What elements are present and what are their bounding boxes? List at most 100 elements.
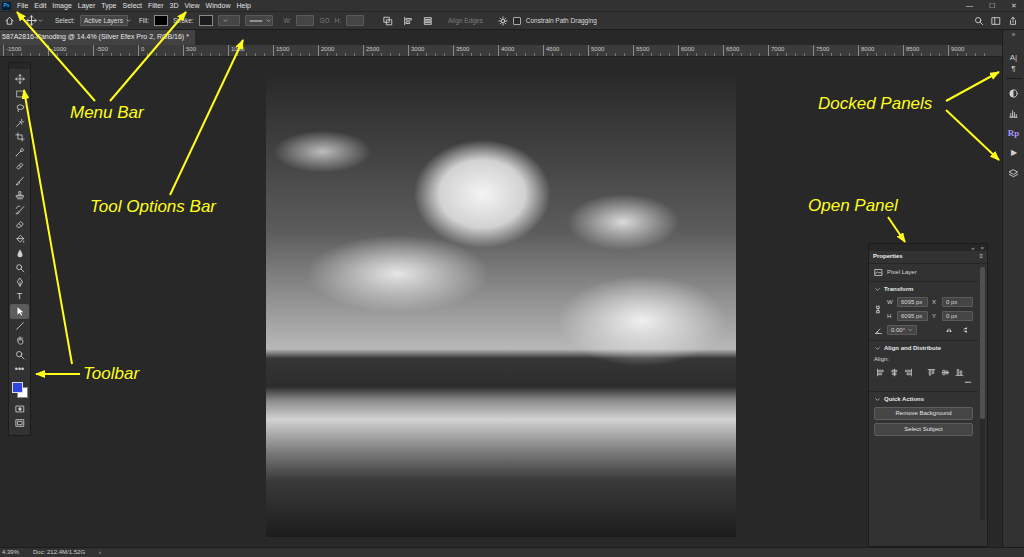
- path-alignment-icon[interactable]: [403, 16, 413, 26]
- gear-icon[interactable]: [498, 16, 508, 26]
- search-icon[interactable]: [974, 16, 984, 26]
- panel-button[interactable]: A|: [1005, 52, 1023, 63]
- select-dropdown[interactable]: Active Layers: [80, 15, 128, 26]
- menu-item[interactable]: 3D: [167, 0, 182, 11]
- share-icon[interactable]: [1008, 16, 1018, 26]
- path-arrangement-icon[interactable]: [423, 16, 433, 26]
- quick-mask-button[interactable]: [10, 402, 29, 417]
- tool-button[interactable]: [10, 304, 29, 319]
- transform-field[interactable]: 0 px: [942, 311, 973, 321]
- app-logo[interactable]: Ps: [2, 2, 11, 10]
- chevron-icon[interactable]: [874, 396, 881, 403]
- tool-button[interactable]: [10, 232, 29, 247]
- tool-button[interactable]: [10, 174, 29, 189]
- rotation-field[interactable]: 0.00°: [887, 325, 917, 335]
- tool-button[interactable]: [10, 101, 29, 116]
- dock-collapse-button[interactable]: »: [1012, 30, 1016, 40]
- stroke-type-dropdown[interactable]: [245, 15, 273, 26]
- tool-preset-picker[interactable]: [26, 15, 44, 26]
- tool-button[interactable]: •••: [10, 362, 29, 377]
- menu-item[interactable]: Window: [203, 0, 234, 11]
- foreground-color-swatch[interactable]: [12, 382, 23, 393]
- path-operations-icon[interactable]: [383, 16, 393, 26]
- workspace[interactable]: T••• «×Properties≡Pixel LayerTransformW6…: [0, 57, 1002, 547]
- panel-close-button[interactable]: ×: [980, 245, 984, 251]
- tool-button[interactable]: [10, 319, 29, 334]
- chevron-icon[interactable]: [874, 345, 881, 352]
- flip-horizontal-icon[interactable]: [945, 326, 953, 334]
- align-left-icon[interactable]: [876, 368, 885, 377]
- stroke-swatch[interactable]: [199, 15, 213, 26]
- section-header[interactable]: Align and Distribute: [874, 345, 973, 352]
- workspace-icon[interactable]: [991, 16, 1001, 26]
- tool-button[interactable]: [10, 72, 29, 87]
- tool-button[interactable]: [10, 130, 29, 145]
- tool-button[interactable]: T: [10, 290, 29, 305]
- tool-button[interactable]: [10, 261, 29, 276]
- scrollbar-thumb[interactable]: [980, 267, 985, 419]
- toolbar-grip[interactable]: [9, 63, 30, 69]
- menu-item[interactable]: Edit: [31, 0, 49, 11]
- zoom-level[interactable]: 4.39%: [2, 549, 19, 556]
- tool-button[interactable]: [10, 116, 29, 131]
- window-control-button[interactable]: —: [966, 0, 973, 11]
- panel-collapse-button[interactable]: «: [971, 245, 974, 251]
- panel-button[interactable]: ¶: [1005, 63, 1023, 74]
- align-top-icon[interactable]: [927, 368, 936, 377]
- section-header[interactable]: Transform: [874, 286, 973, 293]
- menu-item[interactable]: Layer: [75, 0, 99, 11]
- tool-button[interactable]: [10, 145, 29, 160]
- menu-item[interactable]: File: [14, 0, 31, 11]
- fill-swatch[interactable]: [154, 15, 168, 26]
- photo[interactable]: [266, 67, 736, 537]
- flip-vertical-icon[interactable]: [961, 326, 969, 334]
- quick-action-button[interactable]: Remove Background: [874, 407, 973, 420]
- tool-button[interactable]: [10, 87, 29, 102]
- align-bottom-icon[interactable]: [955, 368, 964, 377]
- tool-button[interactable]: [10, 348, 29, 363]
- chevron-icon[interactable]: [874, 286, 881, 293]
- home-icon[interactable]: [4, 15, 15, 26]
- tool-button[interactable]: [10, 275, 29, 290]
- quick-action-button[interactable]: Select Subject: [874, 423, 973, 436]
- panel-menu-button[interactable]: ≡: [979, 253, 983, 260]
- link-proportions-button[interactable]: [874, 305, 883, 314]
- constrain-label[interactable]: Constrain Path Dragging: [526, 17, 597, 25]
- align-center-icon[interactable]: [890, 368, 899, 377]
- tool-button[interactable]: [10, 159, 29, 174]
- transform-field[interactable]: 0 px: [942, 297, 973, 307]
- menu-item[interactable]: Select: [120, 0, 145, 11]
- ruler[interactable]: -1500-1000-50005001000150020002500300035…: [0, 45, 1002, 57]
- tool-button[interactable]: [10, 203, 29, 218]
- panel-button[interactable]: [1005, 163, 1023, 183]
- scrollbar[interactable]: [980, 267, 985, 520]
- menu-item[interactable]: Image: [49, 0, 74, 11]
- tool-button[interactable]: [10, 333, 29, 348]
- menu-item[interactable]: View: [182, 0, 203, 11]
- tool-button[interactable]: [10, 246, 29, 261]
- panel-button[interactable]: ▶: [1005, 143, 1023, 163]
- status-bar: 4.39%Doc: 212.4M/1.52G›: [0, 547, 1024, 557]
- document-tab[interactable]: 587A2816-Panoding @ 14.4% (Silver Efex P…: [0, 30, 195, 45]
- align-right-icon[interactable]: [904, 368, 913, 377]
- more-options-button[interactable]: •••: [874, 379, 973, 386]
- panel-title[interactable]: Properties: [873, 253, 903, 260]
- status-menu-button[interactable]: ›: [99, 549, 101, 556]
- transform-field[interactable]: 6095 px: [897, 311, 928, 321]
- panel-button[interactable]: [1005, 103, 1023, 123]
- menu-item[interactable]: Filter: [145, 0, 167, 11]
- align-middle-icon[interactable]: [941, 368, 950, 377]
- menu-item[interactable]: Help: [233, 0, 253, 11]
- transform-field[interactable]: 6095 px: [897, 297, 928, 307]
- menu-item[interactable]: Type: [98, 0, 119, 11]
- tool-button[interactable]: [10, 217, 29, 232]
- panel-button[interactable]: [1005, 83, 1023, 103]
- window-control-button[interactable]: ✕: [1011, 0, 1017, 11]
- panel-button[interactable]: Rp: [1005, 123, 1023, 143]
- window-control-button[interactable]: ☐: [989, 0, 995, 11]
- constrain-checkbox[interactable]: [513, 17, 521, 25]
- stroke-width-field[interactable]: [218, 15, 240, 26]
- tool-button[interactable]: [10, 188, 29, 203]
- screen-mode-button[interactable]: [10, 416, 29, 431]
- section-header[interactable]: Quick Actions: [874, 396, 973, 403]
